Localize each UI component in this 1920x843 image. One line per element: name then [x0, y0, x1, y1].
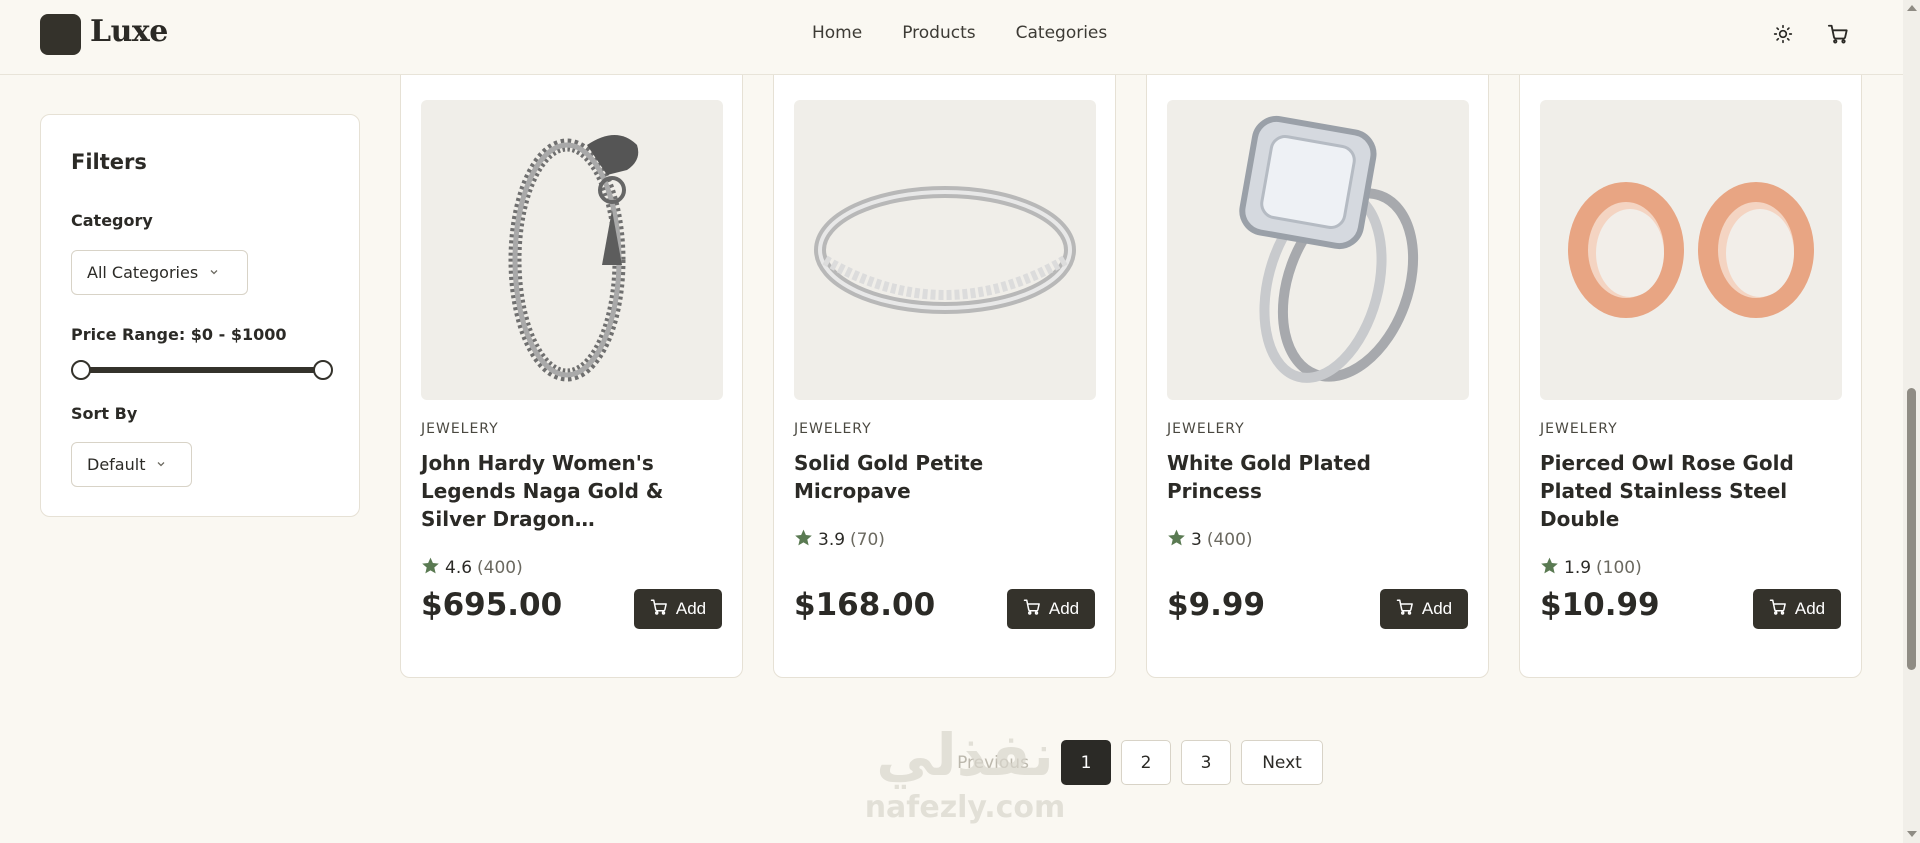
product-price: $168.00: [794, 587, 936, 623]
page-button-1[interactable]: 1: [1061, 740, 1111, 785]
product-name[interactable]: White Gold Plated Princess: [1167, 449, 1472, 505]
cart-icon: [1023, 598, 1041, 621]
scroll-up-arrow-icon[interactable]: [1907, 5, 1917, 11]
filters-panel: Filters Category All Categories Price Ra…: [40, 114, 360, 517]
star-icon: [421, 556, 440, 580]
category-select-value: All Categories: [87, 263, 199, 282]
next-page-button[interactable]: Next: [1241, 740, 1323, 785]
sort-by-label: Sort By: [71, 404, 138, 423]
nav-products[interactable]: Products: [902, 23, 975, 43]
main-nav: Home Products Categories: [812, 23, 1107, 43]
product-category: JEWELERY: [1167, 421, 1245, 437]
rating-count: (100): [1596, 558, 1642, 578]
rating-count: (400): [1206, 530, 1253, 550]
add-button-label: Add: [675, 599, 707, 618]
star-icon: [1540, 556, 1559, 580]
logo-icon[interactable]: [40, 14, 81, 55]
product-card[interactable]: JEWELERY Solid Gold Petite Micropave 3.9…: [773, 40, 1116, 678]
product-image-diamond-ring[interactable]: [1167, 100, 1469, 400]
page-button-3[interactable]: 3: [1181, 740, 1231, 785]
product-card[interactable]: JEWELERY Pierced Owl Rose Gold Plated St…: [1519, 40, 1862, 678]
rating-value: 3.9: [818, 530, 846, 550]
product-name[interactable]: Solid Gold Petite Micropave: [794, 449, 1099, 505]
product-price: $9.99: [1167, 587, 1266, 623]
add-button-label: Add: [1048, 599, 1080, 618]
sort-select-value: Default: [87, 455, 146, 474]
cart-icon: [1769, 598, 1787, 621]
cart-icon[interactable]: [1825, 21, 1851, 47]
chevron-down-icon: [155, 455, 167, 474]
rating-value: 1.9: [1564, 558, 1592, 578]
nav-categories[interactable]: Categories: [1016, 23, 1108, 43]
add-button-label: Add: [1794, 599, 1826, 618]
add-to-cart-button[interactable]: Add: [1007, 589, 1095, 629]
price-range-label: Price Range: $0 - $1000: [71, 325, 287, 344]
product-rating: 3 (400): [1167, 528, 1253, 552]
top-header: Luxe Home Products Categories: [0, 0, 1903, 75]
product-rating: 3.9 (70): [794, 528, 885, 552]
previous-page-button[interactable]: Previous: [948, 740, 1038, 785]
product-card[interactable]: JEWELERY White Gold Plated Princess 3 (4…: [1146, 40, 1489, 678]
add-to-cart-button[interactable]: Add: [1380, 589, 1468, 629]
add-to-cart-button[interactable]: Add: [634, 589, 722, 629]
product-image-chain-bracelet[interactable]: [421, 100, 723, 400]
add-button-label: Add: [1421, 599, 1453, 618]
sort-select[interactable]: Default: [71, 442, 192, 487]
product-category: JEWELERY: [421, 421, 499, 437]
cart-icon: [1396, 598, 1414, 621]
star-icon: [794, 528, 813, 552]
rating-value: 3: [1191, 530, 1202, 550]
rating-value: 4.6: [445, 558, 473, 578]
filters-title: Filters: [71, 150, 147, 174]
scroll-down-arrow-icon[interactable]: [1907, 831, 1917, 837]
category-label: Category: [71, 211, 153, 230]
page-button-2[interactable]: 2: [1121, 740, 1171, 785]
product-image-rose-gold-tunnels[interactable]: [1540, 100, 1842, 400]
add-to-cart-button[interactable]: Add: [1753, 589, 1841, 629]
product-category: JEWELERY: [1540, 421, 1618, 437]
page-scrollbar[interactable]: [1903, 0, 1920, 843]
price-range-slider[interactable]: [71, 359, 333, 381]
rating-count: (70): [850, 530, 885, 550]
slider-track: [81, 367, 323, 373]
category-select[interactable]: All Categories: [71, 250, 248, 295]
product-price: $10.99: [1540, 587, 1660, 623]
cart-icon: [650, 598, 668, 621]
slider-max-handle[interactable]: [313, 360, 333, 380]
product-category: JEWELERY: [794, 421, 872, 437]
slider-min-handle[interactable]: [71, 360, 91, 380]
scrollbar-thumb[interactable]: [1907, 388, 1916, 670]
product-rating: 4.6 (400): [421, 556, 523, 580]
product-card[interactable]: JEWELERY John Hardy Women's Legends Naga…: [400, 40, 743, 678]
product-name[interactable]: Pierced Owl Rose Gold Plated Stainless S…: [1540, 449, 1845, 533]
product-rating: 1.9 (100): [1540, 556, 1642, 580]
product-price: $695.00: [421, 587, 563, 623]
watermark-latin: nafezly.com: [864, 790, 1066, 825]
nav-home[interactable]: Home: [812, 23, 862, 43]
star-icon: [1167, 528, 1186, 552]
logo-text[interactable]: Luxe: [90, 14, 168, 49]
product-image-band-ring[interactable]: [794, 100, 1096, 400]
rating-count: (400): [477, 558, 523, 578]
chevron-down-icon: [208, 263, 220, 282]
theme-toggle-sun-icon[interactable]: [1770, 21, 1796, 47]
product-name[interactable]: John Hardy Women's Legends Naga Gold & S…: [421, 449, 726, 533]
